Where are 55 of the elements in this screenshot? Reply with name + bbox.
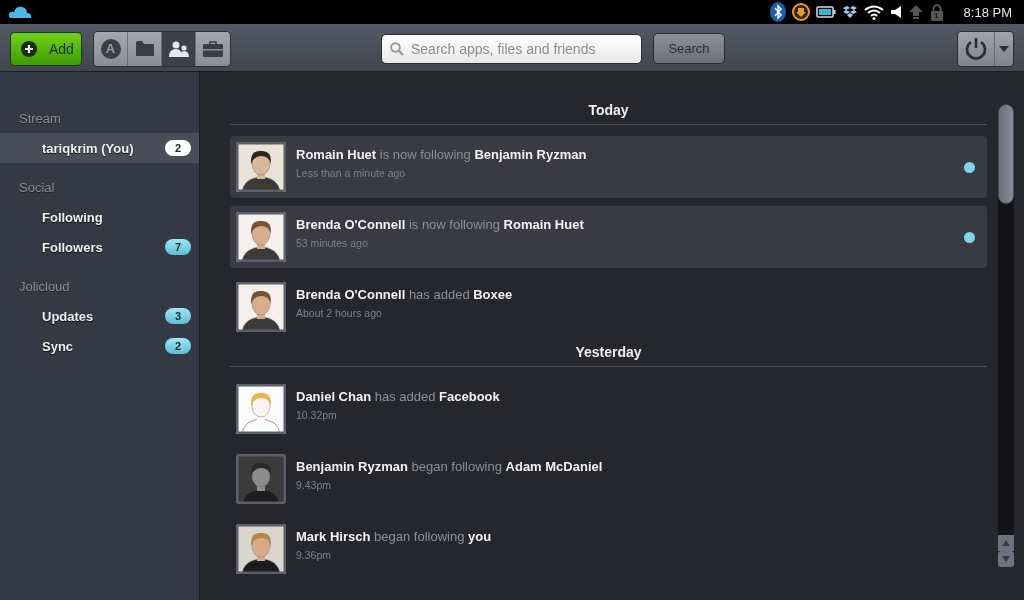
count-badge: 2 <box>165 338 191 354</box>
sidebar-item[interactable]: Sync 2 <box>0 331 199 361</box>
date-heading: Yesterday <box>230 338 987 367</box>
plus-icon <box>21 40 37 57</box>
speaker-icon <box>889 5 902 19</box>
search-icon <box>390 41 404 56</box>
unread-dot <box>964 162 975 173</box>
sidebar-item[interactable]: Following <box>0 202 199 232</box>
search-button[interactable]: Search <box>653 33 725 64</box>
cloud-icon <box>8 5 32 19</box>
count-badge: 7 <box>165 239 191 255</box>
count-badge: 2 <box>165 140 191 156</box>
view-tab[interactable] <box>162 31 196 66</box>
count-badge: 3 <box>165 308 191 324</box>
search-field[interactable]: Search apps, files and friends <box>381 33 642 64</box>
activity-text: Daniel Chan has added Facebook <box>296 389 500 404</box>
scrollbar-track[interactable] <box>998 104 1014 567</box>
timestamp: 10.32pm <box>296 409 337 421</box>
unread-dot <box>964 232 975 243</box>
view-tab[interactable] <box>128 31 162 66</box>
sidebar-item[interactable]: tariqkrim (You) 2 <box>0 133 199 163</box>
timestamp: 9.43pm <box>296 479 332 491</box>
clock-time: 8:18 PM <box>963 4 1012 20</box>
caret-icon <box>999 45 1009 52</box>
upload-icon <box>907 4 924 20</box>
activity-text: Benjamin Ryzman began following Adam McDaniel <box>296 459 603 474</box>
timestamp: Less than a minute ago <box>296 167 406 179</box>
activity-text: Brenda O'Connell is now following Romain Huet <box>296 217 584 232</box>
wifi-icon <box>863 4 884 20</box>
briefcase-icon <box>203 40 223 57</box>
power-icon <box>964 36 988 61</box>
view-tab[interactable]: A <box>94 31 128 66</box>
letter-a-icon: A <box>100 38 121 59</box>
add-button[interactable]: Add <box>10 31 82 66</box>
section-heading: Social <box>18 179 56 197</box>
scrollbar-thumb[interactable] <box>998 104 1014 204</box>
activity-text: Mark Hirsch began following you <box>296 529 492 544</box>
timestamp: About 2 hours ago <box>296 307 382 319</box>
folder-icon <box>135 41 154 56</box>
activity-text: Romain Huet is now following Benjamin Ryzman <box>296 147 587 162</box>
dropbox-icon <box>841 5 858 19</box>
activity-text: Brenda O'Connell has added Boxee <box>296 287 513 302</box>
section-heading: Stream <box>18 110 62 128</box>
people-icon <box>168 40 189 57</box>
timestamp: 53 minutes ago <box>296 237 368 249</box>
sidebar-item[interactable]: Updates 3 <box>0 301 199 331</box>
bluetooth-icon <box>769 2 786 22</box>
section-heading: Jolicloud <box>18 278 71 296</box>
power-button[interactable] <box>957 30 1014 67</box>
view-tab[interactable] <box>196 31 230 66</box>
download-icon <box>791 3 810 21</box>
battery-icon <box>815 6 836 18</box>
date-heading: Today <box>230 96 987 125</box>
timestamp: 9.36pm <box>296 549 332 561</box>
sidebar-item[interactable]: Followers 7 <box>0 232 199 262</box>
